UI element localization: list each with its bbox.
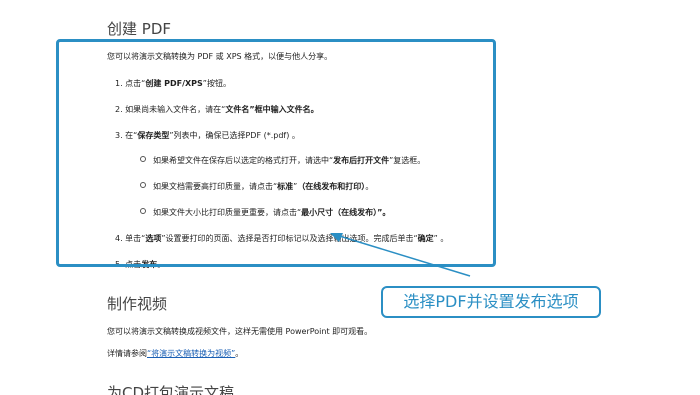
annotation-callout: 选择PDF并设置发布选项 <box>381 286 601 318</box>
highlight-box <box>56 39 496 267</box>
section-title-make-video: 制作视频 <box>107 295 168 313</box>
document-page: 创建 PDF 您可以将演示文稿转换为 PDF 或 XPS 格式，以便与他人分享。… <box>0 0 700 395</box>
make-video-see-more: 详情请参阅“将演示文稿转换为视频”。 <box>107 349 244 358</box>
section-title-package-cd: 为CD打包演示文稿 <box>107 384 235 395</box>
convert-to-video-link[interactable]: “将演示文稿转换为视频” <box>147 349 235 358</box>
make-video-intro: 您可以将演示文稿转换成视频文件，这样无需使用 PowerPoint 即可观看。 <box>107 327 373 336</box>
section-title-create-pdf: 创建 PDF <box>107 20 171 38</box>
